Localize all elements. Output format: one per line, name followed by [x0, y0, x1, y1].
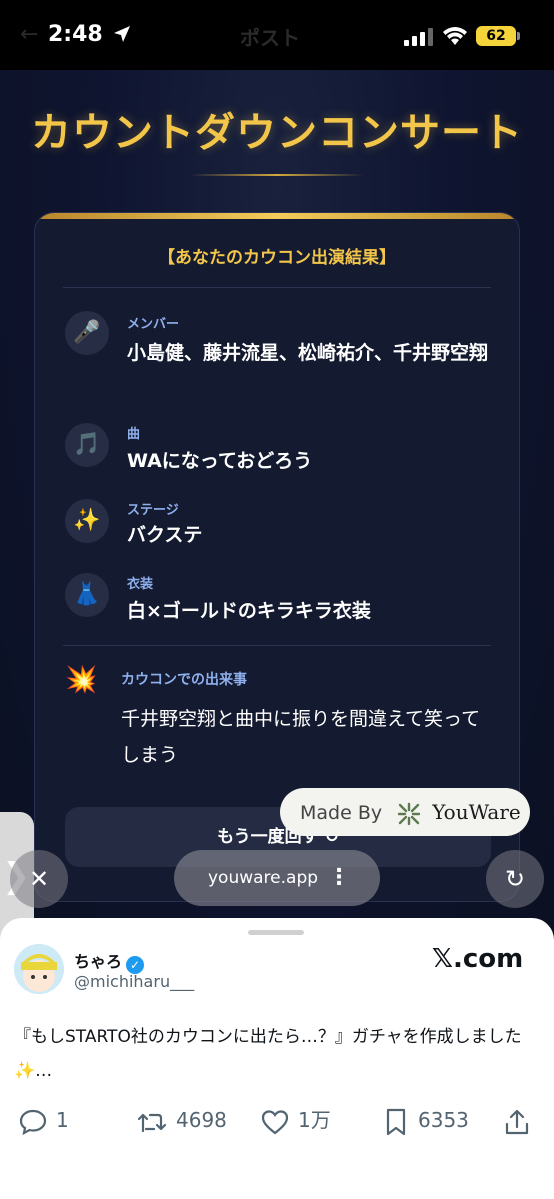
microphone-icon: 🎤 — [65, 311, 109, 355]
bookmark-button[interactable]: 6353 — [382, 1102, 469, 1138]
retweet-button[interactable]: 4698 — [136, 1102, 227, 1138]
row-label-member: メンバー — [127, 317, 180, 332]
tweet-actions: 1 4698 1万 6353 — [0, 1102, 554, 1138]
share-icon — [505, 1109, 529, 1134]
bookmark-count: 6353 — [418, 1108, 469, 1132]
made-by-badge[interactable]: Made By YouWare — [280, 788, 530, 836]
heart-icon — [261, 1109, 289, 1134]
url-bar[interactable]: youware.app ⋮ — [174, 850, 380, 906]
sheet-grabber[interactable] — [248, 930, 304, 935]
divider — [63, 287, 491, 288]
location-arrow-icon — [114, 26, 130, 42]
status-bar: ← 2:48 ポスト 62 — [0, 0, 554, 70]
like-count: 1万 — [298, 1108, 331, 1132]
dress-icon: 👗 — [65, 573, 109, 617]
back-arrow-icon[interactable]: ← — [20, 22, 38, 47]
like-button[interactable]: 1万 — [260, 1102, 331, 1138]
author-name-text: ちゃろ — [74, 952, 123, 971]
retweet-count: 4698 — [176, 1108, 227, 1132]
close-icon: ✕ — [28, 865, 50, 893]
battery-tip — [517, 32, 520, 40]
x-logo[interactable]: 𝕏.com — [432, 944, 523, 974]
title-divider — [190, 174, 364, 176]
made-by-prefix: Made By — [300, 802, 383, 824]
music-note-icon: 🎵 — [65, 423, 109, 467]
page-title: ポスト — [240, 26, 300, 50]
author-name[interactable]: ちゃろ ✓ — [74, 948, 145, 974]
clock: 2:48 — [48, 22, 103, 47]
retweet-icon — [137, 1113, 167, 1132]
card-accent-bar — [35, 213, 519, 219]
event-text: 千井野空翔と曲中に振りを間違えて笑ってしまう — [121, 708, 481, 766]
share-button[interactable] — [502, 1102, 532, 1138]
author-handle[interactable]: @michiharu___ — [74, 972, 194, 991]
row-value-song: WAになっておどろう — [127, 450, 313, 472]
bookmark-icon — [386, 1108, 406, 1135]
battery-level: 62 — [486, 28, 506, 44]
reload-button[interactable]: ↻ — [486, 850, 544, 908]
reply-count: 1 — [56, 1108, 69, 1132]
row-value-member: 小島健、藤井流星、松崎祐介、千井野空翔 — [127, 342, 489, 364]
wifi-icon — [443, 27, 467, 45]
tweet-text[interactable]: 『もしSTARTO社のカウコンに出たら…？』ガチャを作成しました✨… — [14, 1020, 544, 1088]
divider — [63, 645, 491, 646]
battery-indicator: 62 — [476, 26, 516, 46]
concert-title: カウントダウンコンサート — [31, 110, 523, 156]
row-label-costume: 衣装 — [127, 577, 154, 592]
sparkles-icon: ✨ — [65, 499, 109, 543]
avatar-illustration — [14, 944, 64, 994]
youware-logo-icon — [397, 802, 421, 825]
explosion-icon: 💥 — [65, 665, 98, 695]
event-label: カウコンでの出来事 — [121, 672, 247, 688]
reload-icon: ↻ — [504, 865, 526, 893]
cellular-signal-icon — [404, 28, 433, 46]
more-options-icon[interactable]: ⋮ — [328, 850, 350, 906]
row-label-stage: ステージ — [127, 503, 179, 518]
close-button[interactable]: ✕ — [10, 850, 68, 908]
avatar[interactable] — [14, 944, 64, 994]
reply-icon — [19, 1109, 47, 1135]
reply-button[interactable]: 1 — [18, 1102, 69, 1138]
row-value-stage: バクステ — [127, 524, 203, 546]
card-heading: 【あなたのカウコン出演結果】 — [158, 248, 396, 268]
tweet-card: ちゃろ ✓ @michiharu___ 𝕏.com 『もしSTARTO社のカウコン… — [0, 918, 554, 1199]
row-label-song: 曲 — [127, 427, 141, 442]
row-value-costume: 白×ゴールドのキラキラ衣装 — [127, 600, 371, 622]
made-by-brand: YouWare — [432, 800, 521, 824]
url-text: youware.app — [208, 868, 319, 888]
